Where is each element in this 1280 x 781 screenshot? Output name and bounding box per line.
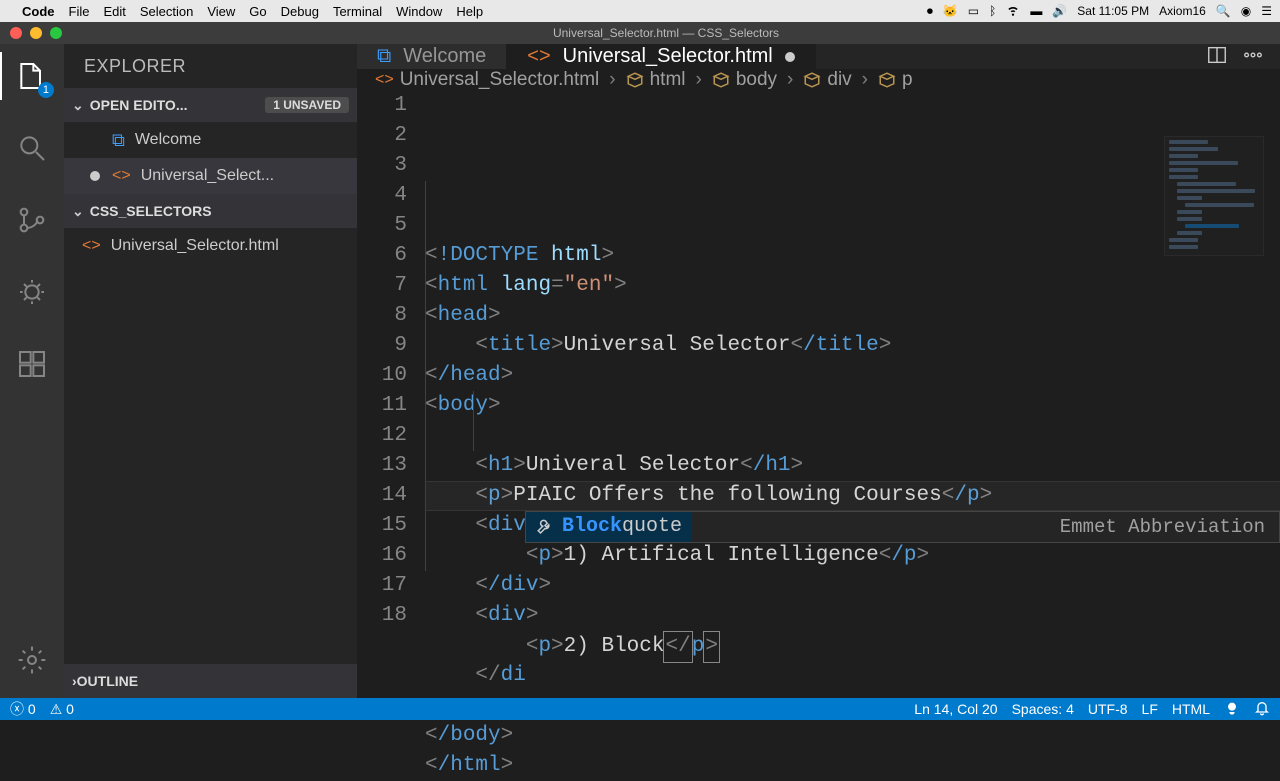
html-icon: <> bbox=[375, 71, 394, 89]
tab-universal-selector[interactable]: <> Universal_Selector.html bbox=[507, 44, 815, 69]
wifi-icon[interactable] bbox=[1006, 3, 1020, 20]
suggest-match: Block bbox=[562, 512, 622, 542]
autocomplete-popup[interactable]: Blockquote Emmet Abbreviation bbox=[525, 511, 1280, 543]
scm-activity[interactable] bbox=[8, 196, 56, 244]
sidebar: EXPLORER ⌄ OPEN EDITO... 1 UNSAVED ⧉ Wel… bbox=[64, 44, 357, 698]
menu-help[interactable]: Help bbox=[456, 4, 483, 19]
file-label: Welcome bbox=[135, 131, 201, 149]
minimap[interactable] bbox=[1164, 136, 1264, 256]
activity-bar: 1 bbox=[0, 44, 64, 698]
outline-header[interactable]: › OUTLINE bbox=[64, 664, 357, 698]
project-file[interactable]: <> Universal_Selector.html bbox=[64, 228, 357, 264]
open-editor-universal-selector[interactable]: <> Universal_Select... bbox=[64, 158, 357, 194]
minimize-window-button[interactable] bbox=[30, 27, 42, 39]
errors-indicator[interactable]: ⓧ 0 bbox=[10, 699, 36, 719]
settings-activity[interactable] bbox=[8, 636, 56, 684]
html-icon: <> bbox=[82, 237, 101, 255]
suggest-rest: quote bbox=[622, 512, 682, 542]
dirty-dot-icon bbox=[90, 171, 100, 181]
tab-label: Universal_Selector.html bbox=[563, 45, 773, 68]
menu-terminal[interactable]: Terminal bbox=[333, 4, 382, 19]
close-window-button[interactable] bbox=[10, 27, 22, 39]
open-editor-welcome[interactable]: ⧉ Welcome bbox=[64, 122, 357, 158]
record-icon[interactable]: ⏺ bbox=[927, 4, 933, 19]
dirty-dot-icon bbox=[785, 52, 795, 62]
project-header[interactable]: ⌄ CSS_SELECTORS bbox=[64, 194, 357, 228]
menu-go[interactable]: Go bbox=[249, 4, 266, 19]
cat-icon[interactable]: 🐱 bbox=[943, 4, 958, 18]
breadcrumb-div: div bbox=[803, 69, 851, 91]
volume-icon[interactable]: 🔊 bbox=[1052, 4, 1067, 18]
outline-label: OUTLINE bbox=[77, 673, 138, 689]
html-icon: <> bbox=[527, 45, 550, 68]
explorer-activity[interactable]: 1 bbox=[8, 52, 56, 100]
clock[interactable]: Sat 11:05 PM bbox=[1077, 4, 1149, 18]
breadcrumb-p: p bbox=[878, 69, 913, 91]
spotlight-icon[interactable]: 🔍 bbox=[1216, 4, 1231, 18]
vscode-icon: ⧉ bbox=[377, 45, 391, 68]
open-editors-header[interactable]: ⌄ OPEN EDITO... 1 UNSAVED bbox=[64, 88, 357, 122]
tab-bar: ⧉ Welcome <> Universal_Selector.html bbox=[357, 44, 1280, 69]
chevron-right-icon: › bbox=[862, 69, 868, 91]
open-editors-label: OPEN EDITO... bbox=[90, 97, 188, 113]
chevron-right-icon: › bbox=[787, 69, 793, 91]
chevron-down-icon: ⌄ bbox=[72, 97, 84, 114]
tab-welcome[interactable]: ⧉ Welcome bbox=[357, 44, 507, 69]
breadcrumb-body: body bbox=[712, 69, 777, 91]
debug-activity[interactable] bbox=[8, 268, 56, 316]
siri-icon[interactable]: ◉ bbox=[1241, 4, 1251, 18]
editor-group: ⧉ Welcome <> Universal_Selector.html <> bbox=[357, 44, 1280, 698]
code-content[interactable]: <!DOCTYPE html><html lang="en"><head> <t… bbox=[425, 91, 1280, 781]
wrench-icon bbox=[536, 518, 554, 536]
screen-mirror-icon[interactable]: ▭ bbox=[968, 4, 979, 18]
bluetooth-icon[interactable]: ᛒ bbox=[989, 4, 996, 18]
notification-center-icon[interactable]: ☰ bbox=[1261, 4, 1272, 18]
tab-label: Welcome bbox=[403, 45, 486, 68]
code-editor[interactable]: 123456789101112131415161718 <!DOCTYPE ht… bbox=[357, 91, 1280, 781]
breadcrumb[interactable]: <> Universal_Selector.html › html › body… bbox=[357, 69, 1280, 91]
breadcrumb-file: <> Universal_Selector.html bbox=[375, 69, 599, 91]
vscode-icon: ⧉ bbox=[112, 130, 125, 151]
html-icon: <> bbox=[112, 167, 131, 185]
suggest-hint: Emmet Abbreviation bbox=[1046, 512, 1279, 542]
menu-file[interactable]: File bbox=[69, 4, 90, 19]
menu-debug[interactable]: Debug bbox=[281, 4, 319, 19]
menu-view[interactable]: View bbox=[207, 4, 235, 19]
menu-window[interactable]: Window bbox=[396, 4, 442, 19]
app-name[interactable]: Code bbox=[22, 4, 55, 19]
chevron-down-icon: ⌄ bbox=[72, 203, 84, 220]
warnings-indicator[interactable]: ⚠ 0 bbox=[50, 701, 74, 718]
unsaved-badge: 1 UNSAVED bbox=[265, 97, 349, 113]
sidebar-title: EXPLORER bbox=[64, 44, 357, 88]
window-titlebar: Universal_Selector.html — CSS_Selectors bbox=[0, 22, 1280, 44]
chevron-right-icon: › bbox=[696, 69, 702, 91]
battery-icon[interactable]: ▬ bbox=[1030, 4, 1042, 18]
macos-menubar: Code File Edit Selection View Go Debug T… bbox=[0, 0, 1280, 22]
explorer-badge: 1 bbox=[38, 82, 54, 98]
window-title: Universal_Selector.html — CSS_Selectors bbox=[62, 26, 1270, 40]
user-name[interactable]: Axiom16 bbox=[1159, 4, 1206, 18]
search-activity[interactable] bbox=[8, 124, 56, 172]
split-editor-button[interactable] bbox=[1206, 44, 1228, 69]
breadcrumb-html: html bbox=[626, 69, 686, 91]
chevron-right-icon: › bbox=[609, 69, 615, 91]
project-label: CSS_SELECTORS bbox=[90, 203, 212, 219]
menu-edit[interactable]: Edit bbox=[103, 4, 125, 19]
maximize-window-button[interactable] bbox=[50, 27, 62, 39]
more-actions-button[interactable] bbox=[1242, 44, 1264, 69]
extensions-activity[interactable] bbox=[8, 340, 56, 388]
line-number-gutter: 123456789101112131415161718 bbox=[357, 91, 425, 781]
file-label: Universal_Selector.html bbox=[111, 237, 279, 255]
autocomplete-item[interactable]: Blockquote bbox=[526, 512, 692, 542]
file-label: Universal_Select... bbox=[141, 167, 274, 185]
window-controls[interactable] bbox=[10, 27, 62, 39]
menu-selection[interactable]: Selection bbox=[140, 4, 193, 19]
